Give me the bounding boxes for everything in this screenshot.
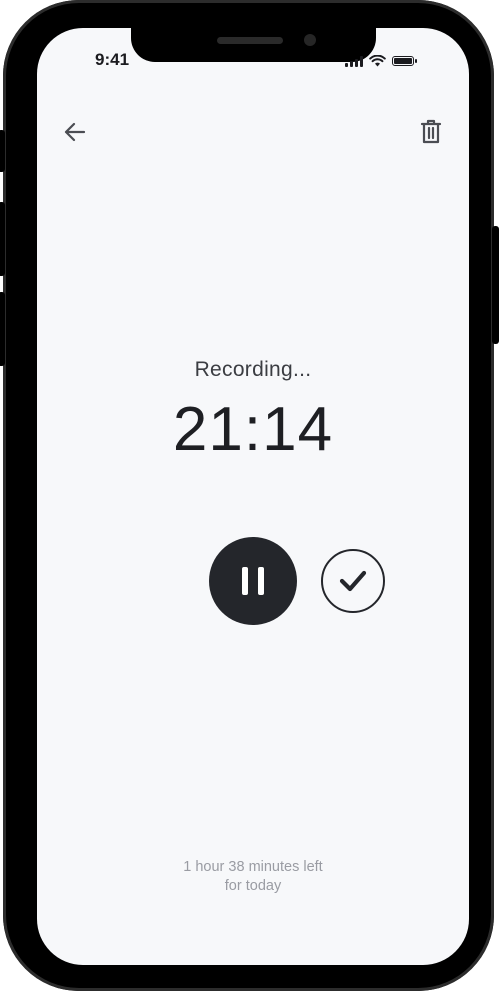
trash-icon [420,119,442,144]
elapsed-time: 21:14 [172,395,334,464]
notch [131,28,376,62]
back-button[interactable] [59,116,91,148]
signal-icon [345,55,363,67]
volume-up-button [0,202,5,276]
recording-status-label: Recording... [194,358,312,381]
finish-recording-button[interactable] [321,549,385,613]
power-button [492,226,499,344]
status-bar-icons [345,55,417,67]
status-bar-time: 9:41 [95,50,130,69]
delete-recording-button[interactable] [415,116,447,148]
volume-down-button [0,292,5,366]
pause-icon [242,567,264,595]
wifi-icon [369,55,386,67]
remaining-time-line: 1 hour 38 minutes left [183,859,323,875]
speaker-grille [217,37,283,44]
app-screen: 9:41 Recording... 21:14 1 hour 38 minute… [37,28,469,965]
arrow-left-icon [64,122,86,142]
phone-frame: 9:41 Recording... 21:14 1 hour 38 minute… [0,0,499,991]
pause-button[interactable] [209,537,297,625]
remaining-time-notice: 1 hour 38 minutes left for today [37,858,469,896]
remaining-time-suffix: for today [224,878,282,894]
front-camera [304,34,316,46]
check-icon [339,570,367,592]
battery-icon [392,56,414,66]
mute-switch [0,130,5,172]
battery-tip [415,59,417,63]
